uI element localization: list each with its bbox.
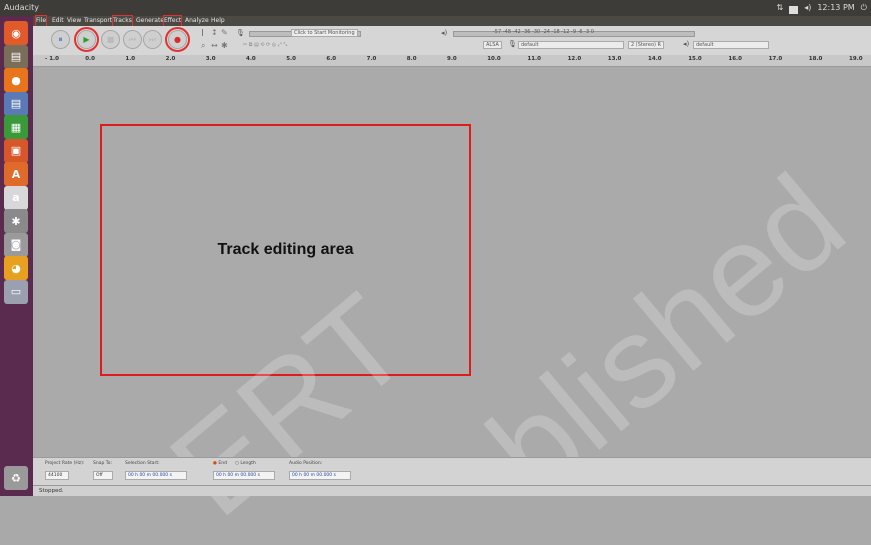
presentation-icon[interactable]: ▣: [4, 138, 28, 163]
timeshift-tool-icon[interactable]: ↔: [211, 41, 218, 50]
ruler-tick: 6.0: [326, 56, 337, 62]
ruler-tick: - 1.0: [45, 56, 59, 62]
ruler-tick: 7.0: [366, 56, 377, 62]
status-text: Stopped.: [39, 488, 64, 494]
power-icon[interactable]: ⏻: [861, 0, 867, 16]
audio-position-label: Audio Position:: [289, 461, 323, 466]
ruler-tick: 1.0: [125, 56, 136, 62]
snap-select[interactable]: Off: [93, 471, 113, 480]
toolbar: I ↕ ✎ ⌕ ↔ ✱ 🎙 Click to Start Monitoring …: [33, 26, 871, 55]
screen-icon[interactable]: ▭: [4, 279, 28, 304]
window-title: Audacity: [4, 3, 40, 12]
length-radio[interactable]: ○ Length: [235, 461, 256, 466]
keyboard-icon[interactable]: ⇅: [777, 0, 784, 16]
stop-button[interactable]: ■: [101, 30, 120, 49]
envelope-tool-icon[interactable]: ↕: [211, 28, 218, 37]
files-icon[interactable]: ▤: [4, 44, 28, 69]
text-editor-icon[interactable]: ▤: [4, 91, 28, 116]
skip-start-button[interactable]: ⏮: [123, 30, 142, 49]
menu-effect[interactable]: Effect: [162, 15, 183, 27]
ruler-tick: 16.0: [728, 56, 742, 62]
ruler-tick: 5.0: [286, 56, 296, 62]
output-device-select[interactable]: default: [693, 41, 769, 49]
play-meter-icon[interactable]: ◂): [441, 29, 447, 37]
ruler-tick: 0.0: [85, 56, 95, 62]
ruler-tick: 13.0: [607, 56, 622, 62]
launcher-sidebar: ◉ ▤ ● ▤ ▦ ▣ Aa ✱ ◙ ◕ ▭ ♻: [0, 16, 33, 496]
system-tray: ⇅ ◂) 12:13 PM ⏻: [777, 0, 867, 16]
settings-icon[interactable]: ✱: [4, 209, 28, 233]
input-device-select[interactable]: default: [518, 41, 624, 49]
audio-position-field[interactable]: 00 h 00 m 00.000 s: [289, 471, 351, 480]
amazon-icon[interactable]: a: [4, 185, 28, 210]
skip-end-button[interactable]: ⏭: [143, 30, 162, 49]
ruler-tick: 9.0: [447, 56, 457, 62]
volume-icon[interactable]: ◂): [804, 0, 811, 16]
title-bar: Audacity ⇅ ◂) 12:13 PM ⏻: [0, 0, 871, 16]
menu-help[interactable]: Help: [211, 16, 225, 26]
draw-tool-icon[interactable]: ✎: [221, 28, 228, 37]
audio-host-select[interactable]: ALSA: [483, 41, 502, 49]
selection-end-field[interactable]: 00 h 00 m 00.000 s: [213, 471, 275, 480]
ruler-tick: 15.0: [688, 56, 702, 62]
meter-ticks: -57 -48 -42 -36 -30 -24 -18 -12 -9 -6 -3…: [493, 29, 594, 35]
speaker-icon: ◂): [683, 40, 690, 48]
edit-tools[interactable]: ✂ ⧉ ▤ ⟲ ⟳ ◎ ⤢ ⤡: [243, 42, 287, 48]
selection-start-field[interactable]: 00 h 00 m 00.000 s: [125, 471, 187, 480]
snap-label: Snap To:: [93, 461, 113, 466]
mic-icon: 🎙: [508, 40, 517, 48]
ruler-tick: 19.0: [849, 56, 863, 62]
ubuntu-dash-icon[interactable]: ◉: [4, 21, 28, 45]
battery-icon[interactable]: [789, 6, 799, 14]
timeline-ruler[interactable]: - 1.0 0.0 1.0 2.0 3.0 4.0 5.0 6.0 7.0 8.0 9.0 10.0 1…: [33, 55, 871, 67]
menu-analyze[interactable]: Analyze: [185, 16, 209, 26]
monitor-label[interactable]: Click to Start Monitoring: [291, 29, 358, 37]
channels-select[interactable]: 2 (Stereo) R: [628, 41, 665, 49]
track-editing-area-label: Track editing area: [217, 241, 354, 258]
menu-transport[interactable]: Transport: [84, 16, 112, 26]
selection-start-label: Selection Start:: [125, 461, 160, 466]
project-rate-select[interactable]: 44100: [45, 471, 69, 480]
ruler-tick: 14.0: [648, 56, 662, 62]
record-meter-icon[interactable]: 🎙: [236, 29, 245, 37]
ruler-tick: 18.0: [808, 56, 823, 62]
spreadsheet-icon[interactable]: ▦: [4, 115, 28, 139]
record-button[interactable]: ●: [165, 27, 190, 52]
ruler-tick: 4.0: [246, 56, 256, 62]
ruler-tick: 11.0: [527, 56, 541, 62]
ruler-tick: 2.0: [165, 56, 176, 62]
selection-toolbar: Project Rate (Hz): 44100 Snap To: Off Se…: [33, 457, 871, 486]
firefox-icon[interactable]: ●: [4, 68, 28, 92]
selection-tool-icon[interactable]: I: [201, 28, 204, 39]
ruler-tick: 12.0: [567, 56, 582, 62]
ruler-tick: 17.0: [768, 56, 783, 62]
menu-bar: File Edit View Transport Tracks Generate Effec…: [33, 15, 871, 27]
camera-icon[interactable]: ◙: [4, 232, 28, 257]
ruler-tick: 10.0: [487, 56, 501, 62]
length-label: Length: [240, 461, 256, 466]
software-center-icon[interactable]: A: [4, 162, 28, 186]
ruler-tick: 3.0: [205, 56, 216, 62]
multi-tool-icon[interactable]: ✱: [221, 41, 228, 50]
menu-view[interactable]: View: [67, 16, 81, 26]
menu-edit[interactable]: Edit: [52, 16, 64, 26]
audacity-icon[interactable]: ◕: [4, 256, 28, 280]
end-label: End: [218, 461, 227, 466]
zoom-tool-icon[interactable]: ⌕: [201, 41, 205, 51]
play-button[interactable]: ▶: [74, 27, 99, 52]
clock[interactable]: 12:13 PM: [817, 0, 854, 16]
end-radio[interactable]: ● End: [213, 461, 227, 466]
ruler-tick: 8.0: [406, 56, 417, 62]
status-bar: Stopped.: [33, 485, 871, 496]
project-rate-label: Project Rate (Hz):: [45, 461, 85, 466]
menu-tracks[interactable]: Tracks: [112, 15, 133, 27]
menu-file[interactable]: File: [34, 15, 48, 27]
trash-icon[interactable]: ♻: [4, 466, 28, 490]
menu-generate[interactable]: Generate: [136, 16, 164, 26]
pause-button[interactable]: ⏸: [51, 30, 70, 49]
